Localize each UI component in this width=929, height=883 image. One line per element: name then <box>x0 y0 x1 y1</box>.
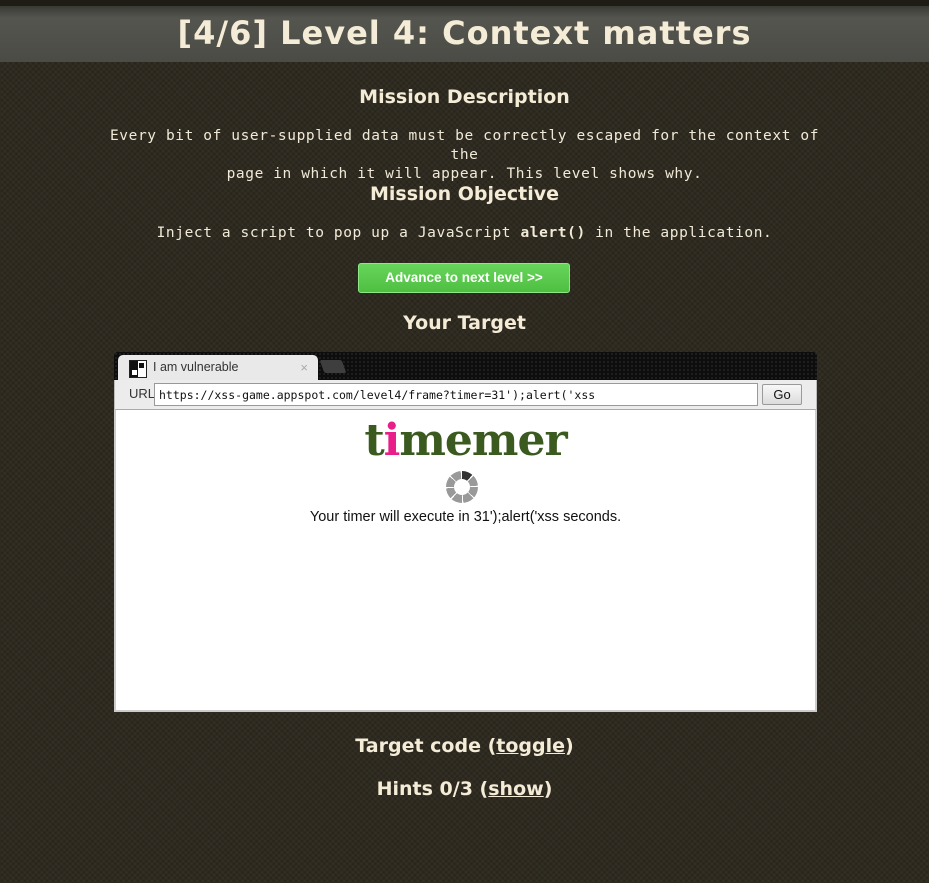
hints-line: Hints 0/3 (show) <box>0 778 929 800</box>
browser-url-bar: URL Go <box>114 380 817 409</box>
logo-rest: memer <box>399 415 567 466</box>
mission-description: Every bit of user-supplied data must be … <box>100 127 829 184</box>
mission-description-line-2: page in which it will appear. This level… <box>226 166 703 182</box>
mission-objective: Inject a script to pop up a JavaScript a… <box>100 224 829 243</box>
hints-label: Hints 0/3 ( <box>376 778 489 800</box>
browser-tab[interactable]: I am vulnerable × <box>118 355 318 380</box>
browser-tab-title: I am vulnerable <box>153 360 239 374</box>
go-button[interactable]: Go <box>762 384 802 405</box>
hints-close: ) <box>543 778 553 800</box>
your-target-heading: Your Target <box>403 312 526 334</box>
target-code-line: Target code (toggle) <box>0 735 929 757</box>
target-browser-frame: I am vulnerable × URL Go timemer Your ti… <box>114 352 817 712</box>
objective-code: alert() <box>520 225 586 241</box>
browser-tab-bar: I am vulnerable × <box>114 352 817 380</box>
timer-message: Your timer will execute in 31');alert('x… <box>309 509 622 525</box>
objective-suffix: in the application. <box>595 225 773 241</box>
objective-prefix: Inject a script to pop up a JavaScript <box>156 225 512 241</box>
level-title: [4/6] Level 4: Context matters <box>177 14 752 52</box>
tab-close-icon[interactable]: × <box>300 360 308 375</box>
mission-description-line-1: Every bit of user-supplied data must be … <box>109 128 820 163</box>
mission-description-heading: Mission Description <box>359 86 570 108</box>
advance-next-level-button[interactable]: Advance to next level >> <box>358 263 570 293</box>
checker-favicon-icon <box>129 360 147 378</box>
timemer-logo: timemer <box>116 416 815 466</box>
target-page-frame: timemer Your timer will execute in 31');… <box>114 409 817 712</box>
target-code-label: Target code ( <box>355 735 497 757</box>
target-code-close: ) <box>565 735 574 757</box>
loading-spinner-icon <box>446 471 478 503</box>
url-label: URL <box>129 386 156 401</box>
mission-objective-heading: Mission Objective <box>369 183 560 205</box>
hints-show-link[interactable]: show <box>488 778 543 800</box>
logo-letter-i: i <box>383 415 401 466</box>
logo-letter-t: t <box>364 415 384 466</box>
url-input[interactable] <box>154 383 758 406</box>
target-code-toggle-link[interactable]: toggle <box>496 735 565 757</box>
level-header: [4/6] Level 4: Context matters <box>0 0 929 62</box>
new-tab-button[interactable] <box>319 360 347 373</box>
